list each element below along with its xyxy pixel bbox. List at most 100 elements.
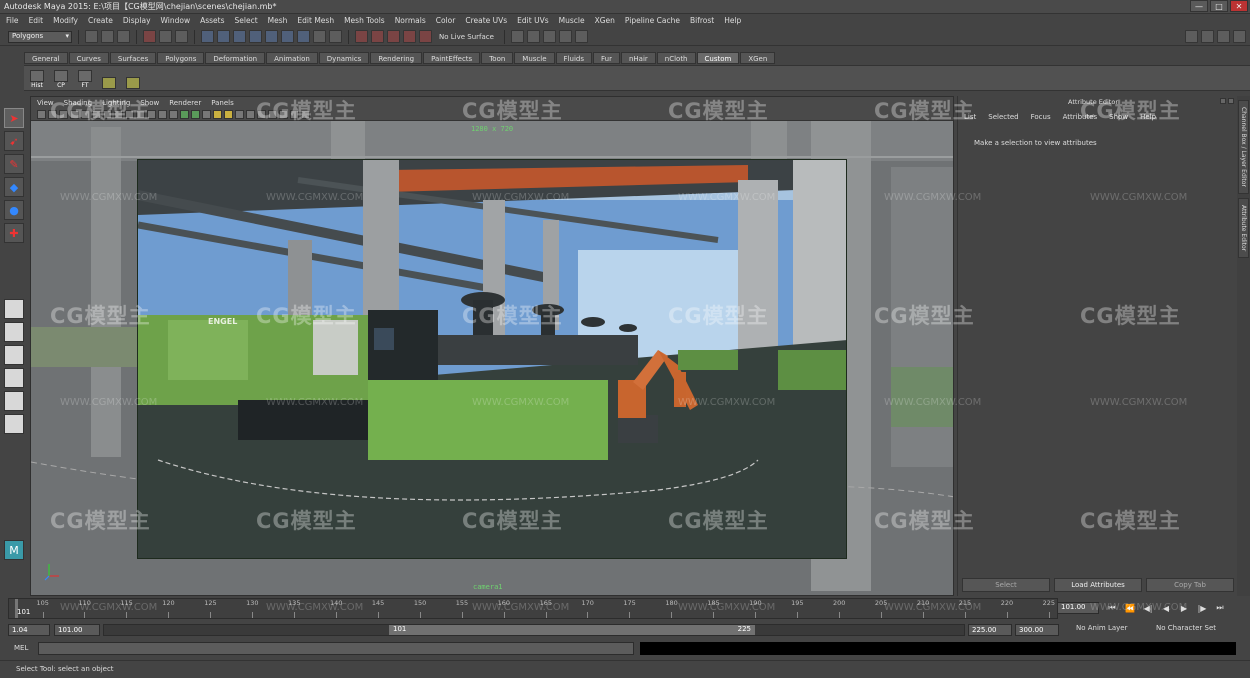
step-back-key-icon[interactable]: ⏪: [1123, 602, 1137, 614]
menu-color[interactable]: Color: [436, 16, 456, 25]
shelf-tab-general[interactable]: General: [24, 52, 68, 64]
animation-start-field[interactable]: 1.04: [8, 624, 50, 636]
shelf-custom-button-4[interactable]: [100, 67, 118, 89]
playback-end-field[interactable]: 225.00: [968, 624, 1012, 636]
copy-tab-button[interactable]: Copy Tab: [1146, 578, 1234, 592]
motion-blur-icon[interactable]: [235, 109, 244, 119]
resolution-gate-icon[interactable]: [103, 109, 112, 119]
menu-assets[interactable]: Assets: [200, 16, 224, 25]
anim-layer-dropdown[interactable]: No Anim Layer: [1076, 624, 1127, 632]
time-slider[interactable]: 105 110 115 120 125 130 135 140 145 150 155 160 165 1…: [8, 598, 1058, 619]
go-to-start-icon[interactable]: ⏮: [1105, 602, 1119, 614]
mask-misc-icon[interactable]: [313, 30, 326, 43]
perspective-uv-layout-icon[interactable]: [4, 414, 24, 434]
viewport-menu-panels[interactable]: Panels: [211, 99, 234, 107]
camera-attributes-icon[interactable]: [48, 109, 57, 119]
hypershade-layout-icon[interactable]: [4, 391, 24, 411]
menu-edit-mesh[interactable]: Edit Mesh: [297, 16, 334, 25]
current-frame-field[interactable]: 101.00: [1057, 602, 1099, 614]
shadows-icon[interactable]: [213, 109, 222, 119]
toggle-channel-box-icon[interactable]: [1217, 30, 1230, 43]
mel-input[interactable]: [38, 642, 634, 655]
menu-file[interactable]: File: [6, 16, 19, 25]
menu-set-dropdown[interactable]: Polygons: [8, 30, 72, 43]
menu-window[interactable]: Window: [161, 16, 191, 25]
perspective-graph-layout-icon[interactable]: [4, 368, 24, 388]
shelf-tab-xgen[interactable]: XGen: [740, 52, 776, 64]
new-scene-icon[interactable]: [85, 30, 98, 43]
close-panel-icon[interactable]: [1228, 98, 1234, 104]
shelf-tab-dynamics[interactable]: Dynamics: [318, 52, 370, 64]
render-settings-icon[interactable]: [558, 30, 572, 43]
snap-plane-icon[interactable]: [403, 30, 416, 43]
safe-action-icon[interactable]: [136, 109, 145, 119]
shelf-tab-nhair[interactable]: nHair: [620, 52, 656, 64]
wireframe-on-shaded-icon[interactable]: [180, 109, 189, 119]
close-button[interactable]: ✕: [1230, 0, 1248, 12]
film-gate-icon[interactable]: [92, 109, 101, 119]
mask-joints-icon[interactable]: [217, 30, 230, 43]
menu-pipeline-cache[interactable]: Pipeline Cache: [625, 16, 680, 25]
go-to-end-icon[interactable]: ⏭: [1213, 602, 1227, 614]
menu-muscle[interactable]: Muscle: [559, 16, 585, 25]
four-view-layout-icon[interactable]: [4, 322, 24, 342]
perspective-viewport[interactable]: View Shading Lighting Show Renderer Pane…: [30, 96, 954, 596]
character-set-dropdown[interactable]: No Character Set: [1156, 624, 1216, 632]
ae-menu-attributes[interactable]: Attributes: [1063, 113, 1098, 121]
menu-display[interactable]: Display: [123, 16, 151, 25]
toggle-modeling-toolkit-icon[interactable]: [1233, 30, 1246, 43]
toggle-tool-settings-icon[interactable]: [1201, 30, 1214, 43]
viewport-menu-view[interactable]: View: [37, 99, 54, 107]
ae-menu-focus[interactable]: Focus: [1031, 113, 1051, 121]
rotate-tool-icon[interactable]: ●: [4, 200, 24, 220]
minimize-button[interactable]: —: [1190, 0, 1208, 12]
play-backwards-icon[interactable]: ◀: [1159, 602, 1173, 614]
play-forwards-icon[interactable]: ▶: [1177, 602, 1191, 614]
single-perspective-layout-icon[interactable]: [4, 299, 24, 319]
step-forward-frame-icon[interactable]: |▶: [1195, 602, 1209, 614]
maximize-button[interactable]: □: [1210, 0, 1228, 12]
menu-modify[interactable]: Modify: [53, 16, 78, 25]
gate-mask-icon[interactable]: [114, 109, 123, 119]
scale-tool-icon[interactable]: ✚: [4, 223, 24, 243]
menu-xgen[interactable]: XGen: [595, 16, 615, 25]
screen-space-ao-icon[interactable]: [224, 109, 233, 119]
viewport-menu-renderer[interactable]: Renderer: [169, 99, 201, 107]
float-panel-icon[interactable]: [1220, 98, 1226, 104]
shelf-tab-fluids[interactable]: Fluids: [555, 52, 592, 64]
open-scene-icon[interactable]: [101, 30, 114, 43]
step-back-frame-icon[interactable]: ◀|: [1141, 602, 1155, 614]
select-camera-icon[interactable]: [37, 109, 46, 119]
viewport-menu-lighting[interactable]: Lighting: [102, 99, 130, 107]
shelf-tab-animation[interactable]: Animation: [266, 52, 318, 64]
viewport-menu-show[interactable]: Show: [140, 99, 159, 107]
ae-menu-help[interactable]: Help: [1140, 113, 1156, 121]
render-frame-icon[interactable]: [526, 30, 540, 43]
use-all-lights-icon[interactable]: [202, 109, 211, 119]
ipr-render-icon[interactable]: [542, 30, 556, 43]
paint-select-tool-icon[interactable]: ✎: [4, 154, 24, 174]
lasso-tool-icon[interactable]: ➹: [4, 131, 24, 151]
shelf-tab-polygons[interactable]: Polygons: [157, 52, 205, 64]
ae-menu-list[interactable]: List: [964, 113, 976, 121]
smooth-shade-icon[interactable]: [169, 109, 178, 119]
textured-icon[interactable]: [191, 109, 200, 119]
image-plane-icon[interactable]: [70, 109, 79, 119]
shelf-ft-button[interactable]: FT: [76, 67, 94, 89]
wireframe-icon[interactable]: [158, 109, 167, 119]
shelf-custom-button-5[interactable]: [124, 67, 142, 89]
ae-menu-show[interactable]: Show: [1109, 113, 1128, 121]
snap-point-icon[interactable]: [387, 30, 400, 43]
viewport-menu-shading[interactable]: Shading: [64, 99, 92, 107]
move-tool-icon[interactable]: ◆: [4, 177, 24, 197]
menu-edit-uvs[interactable]: Edit UVs: [517, 16, 548, 25]
snap-grid-icon[interactable]: [355, 30, 368, 43]
shelf-tab-custom[interactable]: Custom: [696, 52, 740, 64]
shelf-hist-button[interactable]: Hist: [28, 67, 46, 89]
toggle-attribute-editor-icon[interactable]: [1185, 30, 1198, 43]
shelf-tab-painteffects[interactable]: PaintEffects: [423, 52, 481, 64]
mask-dynamics-icon[interactable]: [281, 30, 294, 43]
bookmark-icon[interactable]: [59, 109, 68, 119]
snap-curve-icon[interactable]: [371, 30, 384, 43]
ae-menu-selected[interactable]: Selected: [988, 113, 1018, 121]
